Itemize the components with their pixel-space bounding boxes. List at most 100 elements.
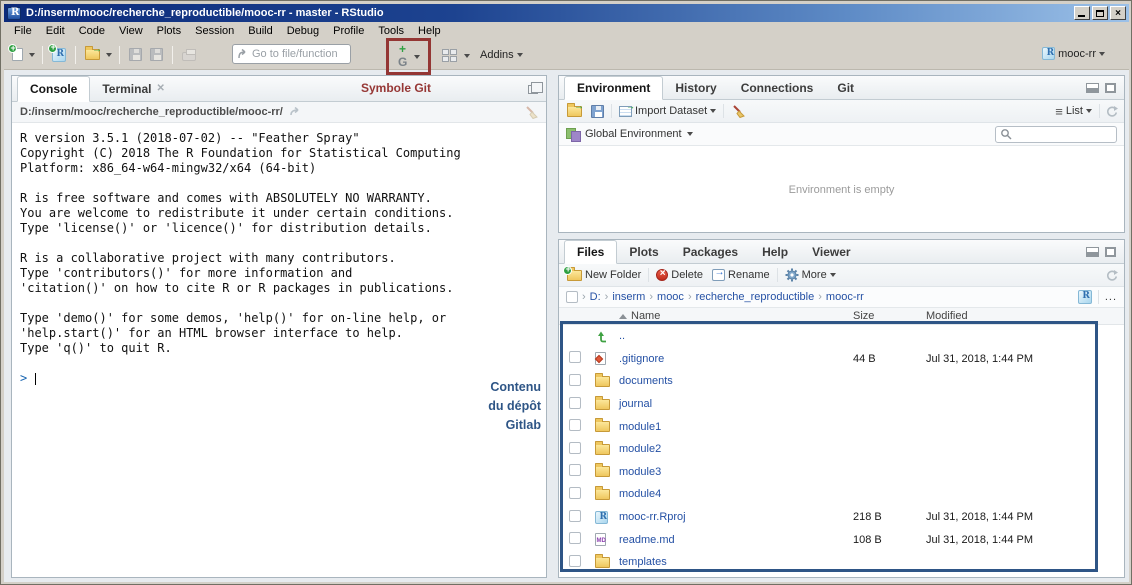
project-directory-icon[interactable] [1078,290,1092,304]
tab-git[interactable]: Git [825,76,866,99]
open-file-dropdown[interactable] [106,53,112,57]
load-workspace-button[interactable] [565,104,584,119]
select-all-checkbox[interactable] [566,291,578,303]
file-checkbox[interactable] [569,464,581,476]
tab-viewer[interactable]: Viewer [800,240,862,263]
tab-files[interactable]: Files [564,240,617,264]
menu-debug[interactable]: Debug [280,23,326,39]
files-refresh-button[interactable] [1105,269,1118,282]
menu-build[interactable]: Build [241,23,279,39]
rename-button[interactable]: Rename [710,267,772,283]
new-file-dropdown[interactable] [29,53,35,57]
file-link[interactable]: mooc-rr.Rproj [619,511,853,523]
addins-button[interactable]: Addins [478,47,525,63]
save-button[interactable] [127,46,144,63]
file-checkbox[interactable] [569,397,581,409]
file-checkbox[interactable] [569,487,581,499]
tab-history[interactable]: History [663,76,728,99]
file-link[interactable]: module4 [619,488,853,500]
console-line: Copyright (C) 2018 The R Foundation for … [20,146,546,161]
environment-toolbar: Import Dataset List [559,100,1124,123]
environment-minimize-icon[interactable] [1086,83,1099,93]
file-link[interactable]: .. [619,330,853,342]
file-checkbox[interactable] [569,351,581,363]
terminal-close-icon[interactable]: ✕ [156,83,164,94]
git-toolbar-button[interactable] [397,46,420,67]
menu-help[interactable]: Help [411,23,448,39]
console-output[interactable]: R version 3.5.1 (2018-07-02) -- "Feather… [12,123,546,570]
environment-maximize-icon[interactable] [1105,83,1116,93]
path-ellipsis-button[interactable]: ... [1105,291,1117,303]
tab-console[interactable]: Console [17,76,90,102]
environment-refresh-button[interactable] [1105,105,1118,118]
environment-search-input[interactable] [1015,129,1105,140]
file-checkbox[interactable] [569,419,581,431]
column-size[interactable]: Size [853,310,926,322]
file-link[interactable]: templates [619,556,853,568]
project-selector[interactable]: mooc-rr [1040,45,1107,62]
column-modified[interactable]: Modified [926,310,1124,322]
menu-profile[interactable]: Profile [326,23,371,39]
column-name[interactable]: Name [619,310,853,322]
save-all-button[interactable] [148,46,165,63]
print-button[interactable] [180,46,198,63]
tab-packages[interactable]: Packages [671,240,750,263]
file-link[interactable]: journal [619,398,853,410]
tab-help[interactable]: Help [750,240,800,263]
files-maximize-icon[interactable] [1105,247,1116,257]
breadcrumb-drive[interactable]: D: [590,291,601,303]
goto-input[interactable] [252,48,346,60]
delete-button[interactable]: Delete [654,267,705,283]
new-file-button[interactable] [10,46,25,63]
file-link[interactable]: module1 [619,421,853,433]
files-minimize-icon[interactable] [1086,247,1099,257]
new-project-button[interactable] [50,46,68,64]
tab-terminal[interactable]: Terminal ✕ [90,76,177,101]
environment-tabbar: Environment History Connections Git [559,76,1124,100]
goto-file-function-box[interactable] [232,44,351,64]
menu-code[interactable]: Code [72,23,112,39]
tab-environment[interactable]: Environment [564,76,663,100]
breadcrumb-mooc-rr[interactable]: mooc-rr [826,291,864,303]
environment-search-box[interactable] [995,126,1117,143]
tab-connections[interactable]: Connections [729,76,826,99]
breadcrumb-recherche-reproductible[interactable]: recherche_reproductible [696,291,815,303]
save-workspace-button[interactable] [589,103,606,120]
goto-directory-icon[interactable] [289,107,302,118]
environment-scope-selector[interactable]: Global Environment [585,128,682,140]
file-checkbox[interactable] [569,510,581,522]
menu-session[interactable]: Session [188,23,241,39]
file-checkbox[interactable] [569,532,581,544]
menu-plots[interactable]: Plots [150,23,188,39]
menu-tools[interactable]: Tools [371,23,411,39]
file-link[interactable]: documents [619,375,853,387]
panes-layout-button[interactable] [440,47,472,64]
file-checkbox[interactable] [569,442,581,454]
file-checkbox[interactable] [569,374,581,386]
git-dropdown[interactable] [414,55,420,59]
close-button[interactable]: × [1110,6,1126,20]
open-file-button[interactable] [83,47,102,62]
tab-plots[interactable]: Plots [617,240,670,263]
environment-view-button[interactable]: List [1053,102,1094,121]
file-link[interactable]: readme.md [619,534,853,546]
new-folder-button[interactable]: New Folder [565,267,643,283]
menu-view[interactable]: View [112,23,150,39]
menu-file[interactable]: File [7,23,39,39]
import-dataset-button[interactable]: Import Dataset [617,103,718,119]
menu-edit[interactable]: Edit [39,23,72,39]
breadcrumb-mooc[interactable]: mooc [657,291,684,303]
breadcrumb-inserm[interactable]: inserm [612,291,645,303]
more-button[interactable]: More [783,266,838,284]
console-restore-icon[interactable] [528,85,538,94]
clear-console-button[interactable] [524,106,538,119]
file-checkbox[interactable] [569,555,581,567]
scope-dropdown-icon[interactable] [687,132,693,136]
file-link[interactable]: .gitignore [619,353,853,365]
minimize-button[interactable] [1074,6,1090,20]
file-link[interactable]: module3 [619,466,853,478]
clear-environment-button[interactable] [729,103,747,120]
panes-layout-dropdown[interactable] [464,54,470,58]
file-link[interactable]: module2 [619,443,853,455]
maximize-button[interactable] [1092,6,1108,20]
